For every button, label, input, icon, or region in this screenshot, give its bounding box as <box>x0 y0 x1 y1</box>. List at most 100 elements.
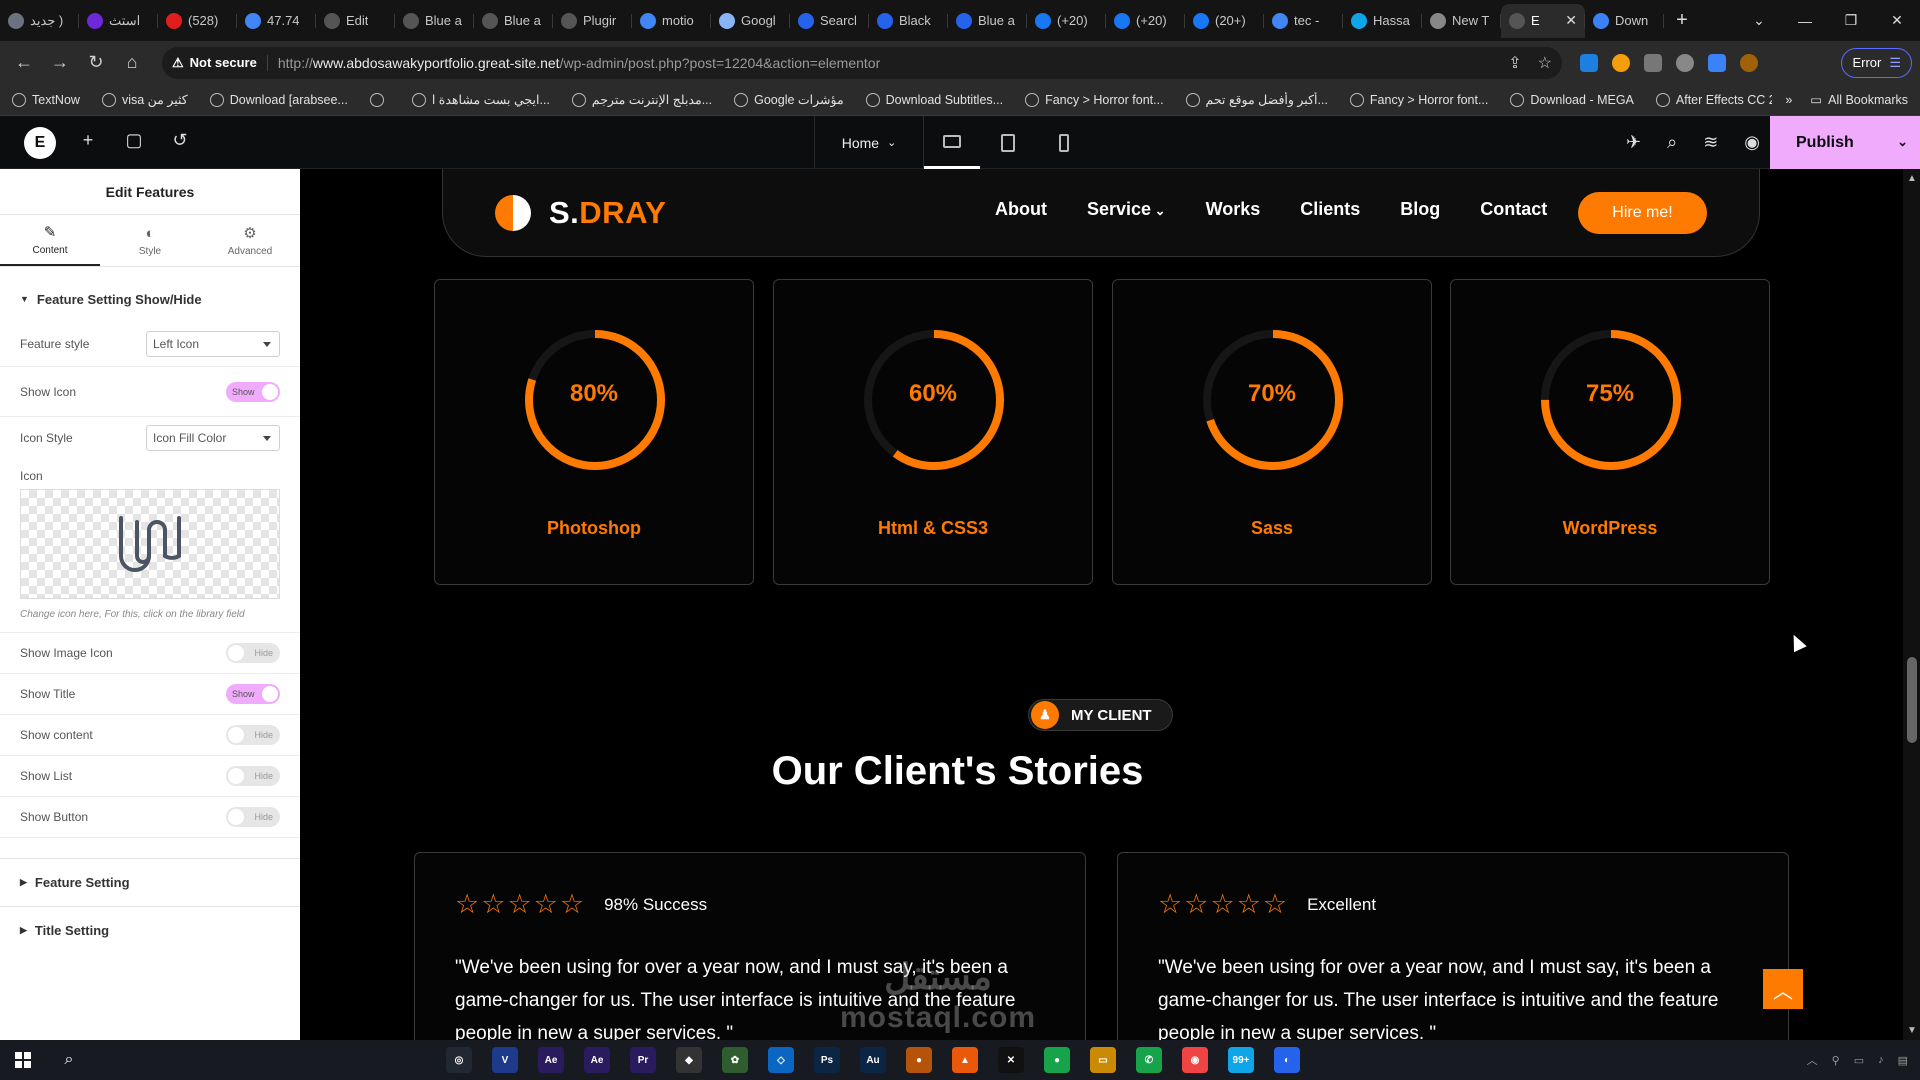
minimize-icon[interactable]: — <box>1782 13 1828 29</box>
history-icon[interactable]: ↺ <box>168 130 192 151</box>
network-icon[interactable]: ▭ <box>1854 1054 1864 1067</box>
tab-content[interactable]: ✎ Content <box>0 215 100 266</box>
switch-toggle[interactable]: Hide <box>226 807 280 827</box>
browser-tab[interactable]: Googl <box>711 4 790 38</box>
restore-icon[interactable]: ❐ <box>1828 12 1874 29</box>
taskbar-app-icon[interactable]: ▭ <box>1090 1047 1116 1073</box>
preview-eye-icon[interactable]: ◉ <box>1744 132 1760 153</box>
address-bar[interactable]: ⚠ Not secure http://www.abdosawakyportfo… <box>162 46 1562 79</box>
publish-options-chevron-icon[interactable]: ⌄ <box>1897 134 1908 150</box>
download-ext-icon[interactable] <box>1580 53 1598 72</box>
scroll-down-icon[interactable]: ▼ <box>1907 1025 1917 1036</box>
section-title-setting[interactable]: ▶ Title Setting <box>0 906 300 954</box>
browser-tab[interactable]: E ✕ <box>1501 3 1585 38</box>
security-indicator[interactable]: ⚠ Not secure <box>172 54 268 71</box>
back-icon[interactable]: ← <box>8 47 40 79</box>
microphone-icon[interactable]: ⚲ <box>1832 1054 1840 1067</box>
ext-icon-gray[interactable] <box>1676 53 1694 72</box>
browser-tab[interactable]: (+20) <box>1106 4 1185 38</box>
bookmark-item[interactable]: أكبر وأفضل موقع تحم... <box>1185 92 1350 107</box>
hire-me-button[interactable]: Hire me! <box>1578 192 1707 234</box>
search-icon[interactable]: ⌕ <box>1667 132 1677 153</box>
taskbar-app-icon[interactable]: Au <box>860 1047 886 1073</box>
taskbar-search-icon[interactable]: ⌕ <box>46 1040 92 1080</box>
notification-icon[interactable]: ▤ <box>1898 1054 1908 1067</box>
profile-error-button[interactable]: Error ☰ <box>1841 47 1912 78</box>
scroll-thumb[interactable] <box>1907 657 1917 743</box>
browser-tab[interactable]: New T <box>1422 4 1501 38</box>
volume-icon[interactable]: ♪ <box>1878 1054 1884 1066</box>
elementor-logo-icon[interactable]: E <box>24 127 56 159</box>
taskbar-app-icon[interactable]: Ae <box>538 1047 564 1073</box>
home-icon[interactable]: ⌂ <box>116 47 148 79</box>
switch-toggle[interactable]: Hide <box>226 643 280 663</box>
taskbar-app-icon[interactable]: ◆ <box>676 1047 702 1073</box>
bookmark-item[interactable]: Google مؤشرات <box>734 92 866 107</box>
bookmark-item[interactable]: Download - MEGA <box>1510 92 1656 107</box>
add-element-icon[interactable]: + <box>76 130 100 151</box>
share-icon[interactable]: ⇪ <box>1508 53 1521 73</box>
taskbar-app-icon[interactable]: V <box>492 1047 518 1073</box>
tab-advanced[interactable]: ⚙ Advanced <box>200 215 300 266</box>
browser-tab[interactable]: (20+) <box>1185 4 1264 38</box>
icon-style-select[interactable]: Icon Fill Color <box>146 425 280 451</box>
site-menu-item[interactable]: About <box>995 199 1047 220</box>
tray-chevron-icon[interactable]: ︿ <box>1807 1052 1818 1068</box>
puzzle-extensions-icon[interactable] <box>1708 53 1726 72</box>
section-feature-show-hide[interactable]: ▼ Feature Setting Show/Hide <box>0 277 300 321</box>
taskbar-app-icon[interactable]: 99+ <box>1228 1047 1254 1073</box>
bookmark-item[interactable]: مدبلج الإنترنت مترجم... <box>571 92 734 107</box>
taskbar-app-icon[interactable]: Ae <box>584 1047 610 1073</box>
profile-avatar-icon[interactable] <box>1740 53 1758 72</box>
page-settings-icon[interactable]: ▢ <box>122 130 146 151</box>
browser-tab[interactable]: Blue a <box>395 4 474 38</box>
switch-toggle[interactable]: Hide <box>226 725 280 745</box>
site-menu-item[interactable]: Blog <box>1400 199 1440 220</box>
bookmark-item[interactable] <box>369 92 412 107</box>
taskbar-app-icon[interactable]: ◎ <box>446 1047 472 1073</box>
publish-button[interactable]: Publish ⌄ <box>1770 116 1920 169</box>
browser-tab[interactable]: Plugir <box>553 4 632 38</box>
ext-icon-orange[interactable] <box>1612 53 1630 72</box>
icon-library-picker[interactable] <box>20 489 280 599</box>
browser-tab[interactable]: 47.74 <box>237 4 316 38</box>
feature-style-select[interactable]: Left Icon <box>146 330 280 357</box>
taskbar-app-icon[interactable]: ◐ <box>1274 1047 1300 1073</box>
close-tab-icon[interactable]: ✕ <box>1565 12 1577 29</box>
desktop-view-button[interactable] <box>924 116 980 169</box>
mobile-view-button[interactable] <box>1036 116 1092 169</box>
browser-tab[interactable]: Down <box>1585 4 1664 38</box>
page-selector[interactable]: Home ⌄ <box>814 116 924 169</box>
more-bookmarks-icon[interactable]: » <box>1785 93 1792 107</box>
start-button[interactable] <box>0 1040 46 1080</box>
site-menu-item[interactable]: Clients <box>1300 199 1360 220</box>
close-window-icon[interactable]: ✕ <box>1874 12 1920 29</box>
site-menu-item[interactable]: Service ⌄ <box>1087 199 1166 220</box>
browser-tab[interactable]: Black <box>869 4 948 38</box>
taskbar-app-icon[interactable]: ✿ <box>722 1047 748 1073</box>
bookmark-item[interactable]: visa كثير من <box>101 92 210 107</box>
tab-search-icon[interactable]: ⌄ <box>1736 12 1782 29</box>
site-menu-item[interactable]: Works <box>1206 199 1261 220</box>
canvas-scrollbar[interactable]: ▲ ▼ <box>1903 169 1920 1040</box>
back-to-top-button[interactable]: ︿ <box>1763 969 1803 1009</box>
all-bookmarks-button[interactable]: ▭ All Bookmarks <box>1810 92 1908 108</box>
browser-tab[interactable]: Edit <box>316 4 395 38</box>
new-tab-button[interactable]: + <box>1668 7 1696 35</box>
bookmark-star-icon[interactable]: ☆ <box>1538 53 1552 73</box>
bookmark-item[interactable]: Download Subtitles... <box>865 92 1025 107</box>
bookmark-item[interactable]: Fancy > Horror font... <box>1349 92 1510 107</box>
forward-icon[interactable]: → <box>44 47 76 79</box>
taskbar-app-icon[interactable]: ✕ <box>998 1047 1024 1073</box>
browser-tab[interactable]: (528) <box>158 4 237 38</box>
structure-layers-icon[interactable]: ≋ <box>1703 132 1718 153</box>
show-icon-toggle[interactable]: Show <box>226 381 280 402</box>
taskbar-app-icon[interactable]: ● <box>906 1047 932 1073</box>
bookmark-item[interactable]: Fancy > Horror font... <box>1025 92 1185 107</box>
taskbar-app-icon[interactable]: Ps <box>814 1047 840 1073</box>
scroll-up-icon[interactable]: ▲ <box>1907 173 1917 184</box>
taskbar-app-icon[interactable]: Pr <box>630 1047 656 1073</box>
taskbar-app-icon[interactable]: ◉ <box>1182 1047 1208 1073</box>
browser-tab[interactable]: Blue a <box>948 4 1027 38</box>
taskbar-app-icon[interactable]: ✆ <box>1136 1047 1162 1073</box>
